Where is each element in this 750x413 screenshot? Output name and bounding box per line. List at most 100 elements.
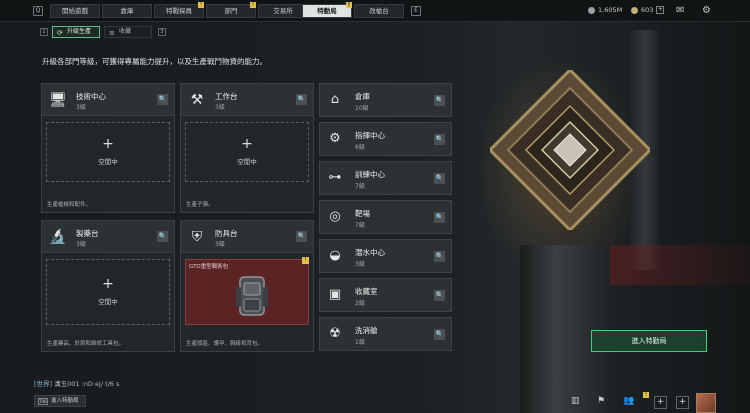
search-icon[interactable]: 🔍	[434, 95, 445, 106]
tab-departments[interactable]: 部門!	[206, 2, 256, 18]
card-description: 生產藥品、針劑和維修工具包。	[47, 341, 125, 347]
list-item-level: 6級	[355, 144, 365, 151]
department-list-item-warehouse[interactable]: ⌂ 倉庫 10級 🔍	[319, 83, 452, 117]
rotating-cube-illustration	[490, 70, 650, 230]
plus-icon: +	[102, 136, 114, 152]
command-icon: ⚙	[329, 131, 341, 146]
add-button[interactable]: +	[676, 396, 689, 409]
card-description: 生產槍械和配件。	[47, 202, 92, 208]
search-icon[interactable]: 🔍	[434, 329, 445, 340]
tab-warehouse[interactable]: 倉庫	[102, 4, 152, 18]
plus-icon: +	[241, 136, 253, 152]
bar-chart-icon[interactable]: ▥	[571, 396, 580, 406]
premium-amount: 603	[641, 6, 654, 14]
production-slot[interactable]: + 空閒中	[185, 122, 309, 182]
nav-next-key[interactable]: E	[411, 6, 421, 16]
department-card-pharmacy[interactable]: 🔬 製藥台 3級 🔍 + 空閒中 生產藥品、針劑和維修工具包。	[41, 220, 175, 352]
card-description: 生產子彈。	[186, 202, 214, 208]
tab-label: 倉庫	[120, 7, 134, 15]
department-list-item-command-center[interactable]: ⚙ 指揮中心 6級 🔍	[319, 122, 452, 156]
chat-text: 溝玉001 :nD ej/ t/6 s	[54, 380, 120, 388]
department-list-item-training-center[interactable]: ⊶ 訓練中心 7級 🔍	[319, 161, 452, 195]
subtab-label: 升級生產	[67, 28, 92, 35]
tab-label: 特勤局	[317, 7, 337, 15]
add-currency-button[interactable]: +	[656, 6, 665, 14]
slot-status: 空閒中	[237, 158, 257, 166]
gear-icon[interactable]: ⚙	[702, 5, 711, 16]
alert-badge: !	[302, 257, 309, 264]
search-icon[interactable]: 🔍	[434, 251, 445, 262]
department-list-item-collection-room[interactable]: ▣ 收藏室 2級 🔍	[319, 278, 452, 312]
department-card-workbench[interactable]: ⚒ 工作台 3級 🔍 + 空閒中 生產子彈。	[180, 83, 314, 213]
microscope-icon: 🔬	[49, 229, 67, 245]
search-icon[interactable]: 🔍	[157, 94, 168, 105]
department-list-item-decon-chamber[interactable]: ☢ 洗消艙 1級 🔍	[319, 317, 452, 351]
list-item-name: 收藏室	[355, 287, 378, 296]
page-description: 升級各部門等級，可獲得專屬能力提升，以及生產戰鬥物資的能力。	[42, 57, 267, 66]
subtab-next-key[interactable]: 3	[158, 28, 166, 36]
background-red-light	[600, 245, 750, 285]
list-item-name: 潛水中心	[355, 248, 385, 257]
list-item-name: 訓練中心	[355, 170, 385, 179]
monitor-icon: 🖥	[49, 92, 67, 108]
tab-gunsmith[interactable]: 改槍台	[354, 4, 404, 18]
nav-prev-key[interactable]: Q	[33, 6, 43, 16]
card-name: 技術中心	[76, 92, 106, 101]
card-description: 生產頭盔、護甲、胸掛和背包。	[186, 341, 264, 347]
alert-badge: !	[198, 2, 204, 8]
list-item-name: 倉庫	[355, 92, 370, 101]
search-icon[interactable]: 🔍	[157, 231, 168, 242]
tab-start-game[interactable]: 開始遊戲	[50, 4, 100, 18]
card-level: 3級	[215, 104, 225, 111]
subtab-upgrade-production[interactable]: ⟳ 升級生產	[52, 26, 100, 38]
enter-special-ops-button[interactable]: 進入特勤局	[591, 330, 707, 352]
production-item-slot[interactable]: GTO重型戰術包 !	[185, 257, 309, 325]
card-name: 防具台	[215, 229, 238, 238]
slot-status: 空閒中	[98, 298, 118, 306]
search-icon[interactable]: 🔍	[434, 290, 445, 301]
chat-message: [世界] 溝玉001 :nD ej/ t/6 s	[34, 378, 119, 388]
production-slot[interactable]: + 空閒中	[46, 259, 170, 325]
collection-room-icon: ▣	[328, 287, 342, 302]
search-icon[interactable]: 🔍	[434, 212, 445, 223]
dumbbell-icon: ⊶	[328, 170, 342, 185]
department-list-item-shooting-range[interactable]: ◎ 靶場 7級 🔍	[319, 200, 452, 234]
signal-icon[interactable]: ⚑	[597, 396, 605, 406]
search-icon[interactable]: 🔍	[434, 134, 445, 145]
avatar[interactable]	[696, 393, 716, 413]
department-card-armor-bench[interactable]: ⛨ 防具台 3級 🔍 GTO重型戰術包 ! 生產頭盔、護甲、胸掛和背包。	[180, 220, 314, 352]
card-name: 製藥台	[76, 229, 99, 238]
department-list-item-diving-center[interactable]: ◒ 潛水中心 3級 🔍	[319, 239, 452, 273]
card-level: 3級	[76, 241, 86, 248]
add-friend-button[interactable]: +	[654, 396, 667, 409]
search-icon[interactable]: 🔍	[434, 173, 445, 184]
department-card-tech-center[interactable]: 🖥 技術中心 3級 🔍 + 空閒中 生產槍械和配件。	[41, 83, 175, 213]
currency-premium: 603 +	[631, 6, 665, 14]
search-icon[interactable]: 🔍	[296, 94, 307, 105]
tab-label: 改槍台	[369, 7, 389, 15]
card-header: ⛨ 防具台 3級 🔍	[181, 221, 313, 253]
backpack-icon	[236, 276, 268, 316]
diving-icon: ◒	[329, 248, 341, 263]
card-header: ⚒ 工作台 3級 🔍	[181, 84, 313, 116]
tab-label: 部門	[224, 7, 238, 15]
list-item-name: 指揮中心	[355, 131, 385, 140]
mail-icon[interactable]: ✉	[676, 5, 684, 16]
search-icon[interactable]: 🔍	[296, 231, 307, 242]
warehouse-icon: ⌂	[330, 92, 340, 107]
chat-enter-button[interactable]: TAB 進入特勤局	[34, 395, 86, 407]
background-pillar	[520, 245, 610, 413]
alert-badge: !	[643, 392, 649, 398]
tab-special-ops[interactable]: 特勤局!	[302, 2, 352, 18]
tab-operators[interactable]: 特戰探員!	[154, 2, 204, 18]
subtab-collection[interactable]: ≡ 收藏	[104, 26, 152, 38]
target-icon: ◎	[329, 209, 341, 224]
list-item-name: 洗消艙	[355, 326, 378, 335]
card-level: 3級	[76, 104, 86, 111]
friends-icon[interactable]: 👥	[623, 396, 634, 406]
tab-key-icon: TAB	[38, 398, 48, 405]
subtab-label: 收藏	[119, 28, 132, 35]
subtab-prev-key[interactable]: 1	[40, 28, 48, 36]
production-slot[interactable]: + 空閒中	[46, 122, 170, 182]
tab-exchange[interactable]: 交易所	[258, 4, 308, 18]
